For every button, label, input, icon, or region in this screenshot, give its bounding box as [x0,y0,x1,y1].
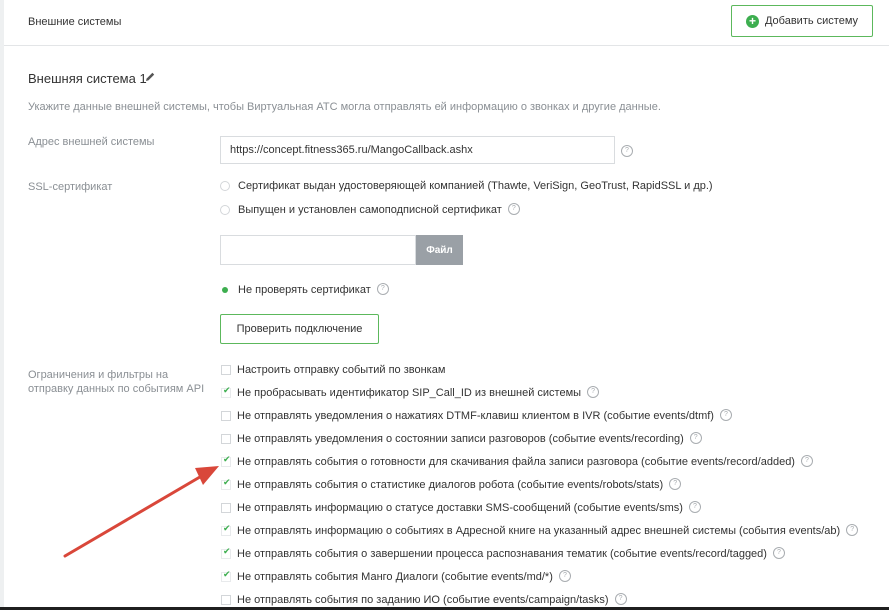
ssl-label: SSL-сертификат [28,181,113,193]
help-icon[interactable]: ? [669,478,682,490]
ssl-option-no-check[interactable]: Не проверять сертификат ? [220,283,389,296]
filter-item-label: Не пробрасывать идентификатор SIP_Call_I… [237,387,582,399]
checkbox[interactable] [221,434,231,444]
checkbox[interactable] [221,365,231,375]
filter-item-label: Не отправлять информацию о событиях в Ад… [237,525,841,537]
checkbox[interactable] [221,503,231,513]
filter-item-label: Не отправлять события о статистике диало… [237,479,664,491]
help-icon[interactable]: ? [772,547,785,559]
address-help-icon[interactable]: ? [621,145,633,157]
filter-item-label: Не отправлять события о готовности для с… [237,456,795,468]
filter-item[interactable]: Не отправлять события о завершении проце… [221,547,785,560]
filter-item-label: Не отправлять события по заданию ИО (соб… [237,594,609,606]
annotation-arrow [63,466,219,558]
section-description: Укажите данные внешней системы, чтобы Ви… [28,101,661,113]
filter-item[interactable]: Не отправлять информацию о статусе доста… [221,501,701,514]
check-connection-button[interactable]: Проверить подключение [220,314,379,344]
help-icon[interactable]: ? [846,524,859,536]
ssl-option-label: Сертификат выдан удостоверяющей компание… [238,180,713,192]
checkbox-checked[interactable] [221,386,231,398]
filter-item[interactable]: Не отправлять уведомления о нажатиях DTM… [221,409,732,422]
filter-item-label: Не отправлять информацию о статусе доста… [237,502,683,514]
help-icon[interactable]: ? [688,501,701,513]
filters-label: Ограничения и фильтры на отправку данных… [28,369,205,395]
filter-item[interactable]: Не отправлять события о статистике диало… [221,478,682,491]
address-input[interactable]: https://concept.fitness365.ru/MangoCallb… [220,136,615,164]
filter-item-label: Не отправлять уведомления о нажатиях DTM… [237,410,714,422]
add-system-button-label: Добавить систему [764,15,859,27]
filter-item[interactable]: Настроить отправку событий по звонкам [221,364,445,376]
checkbox-checked[interactable] [221,570,231,582]
ssl-option-label: Выпущен и установлен самоподписной серти… [238,204,502,216]
radio-button[interactable] [220,181,230,191]
filter-item-label: Не отправлять события о завершении проце… [237,548,767,560]
help-icon[interactable]: ? [800,455,813,467]
checkbox[interactable] [221,411,231,421]
ssl-option-label: Не проверять сертификат [238,284,371,296]
checkbox-checked[interactable] [221,455,231,467]
help-icon[interactable]: ? [719,409,732,421]
filter-item[interactable]: Не отправлять события Манго Диалоги (соб… [221,570,571,583]
checkbox-checked[interactable] [221,524,231,536]
pencil-icon[interactable] [144,71,156,83]
radio-button[interactable] [220,205,230,215]
filter-item-label: Не отправлять события Манго Диалоги (соб… [237,571,553,583]
file-button[interactable]: Файл [416,235,463,265]
page-title: Внешние системы [28,16,122,28]
ssl-option-trusted[interactable]: Сертификат выдан удостоверяющей компание… [220,180,713,192]
certificate-file-input[interactable] [220,235,416,265]
checkbox-checked[interactable] [221,547,231,559]
ssl-help-icon[interactable]: ? [507,203,520,215]
ssl-option-self-signed[interactable]: Выпущен и установлен самоподписной серти… [220,203,520,216]
filter-item[interactable]: Не отправлять уведомления о состоянии за… [221,432,702,445]
add-system-button[interactable]: + Добавить систему [731,5,873,37]
help-icon[interactable]: ? [689,432,702,444]
left-gutter [0,0,4,610]
radio-button-selected[interactable] [220,285,230,295]
filter-item-label: Не отправлять уведомления о состоянии за… [237,433,684,445]
address-label: Адрес внешней системы [28,136,155,148]
filter-item[interactable]: Не отправлять события по заданию ИО (соб… [221,593,627,606]
filter-item[interactable]: Не отправлять информацию о событиях в Ад… [221,524,859,537]
help-icon[interactable]: ? [614,593,627,605]
section-title: Внешняя система 1 [28,71,147,86]
checkbox-checked[interactable] [221,478,231,490]
plus-circle-icon: + [745,14,759,28]
page-header: Внешние системы + Добавить систему [4,0,889,46]
checkbox[interactable] [221,595,231,605]
help-icon[interactable]: ? [587,386,600,398]
help-icon[interactable]: ? [558,570,571,582]
filter-item[interactable]: Не пробрасывать идентификатор SIP_Call_I… [221,386,600,399]
filter-item-label: Настроить отправку событий по звонкам [237,364,446,376]
no-check-help-icon[interactable]: ? [376,283,389,295]
filter-item[interactable]: Не отправлять события о готовности для с… [221,455,813,468]
